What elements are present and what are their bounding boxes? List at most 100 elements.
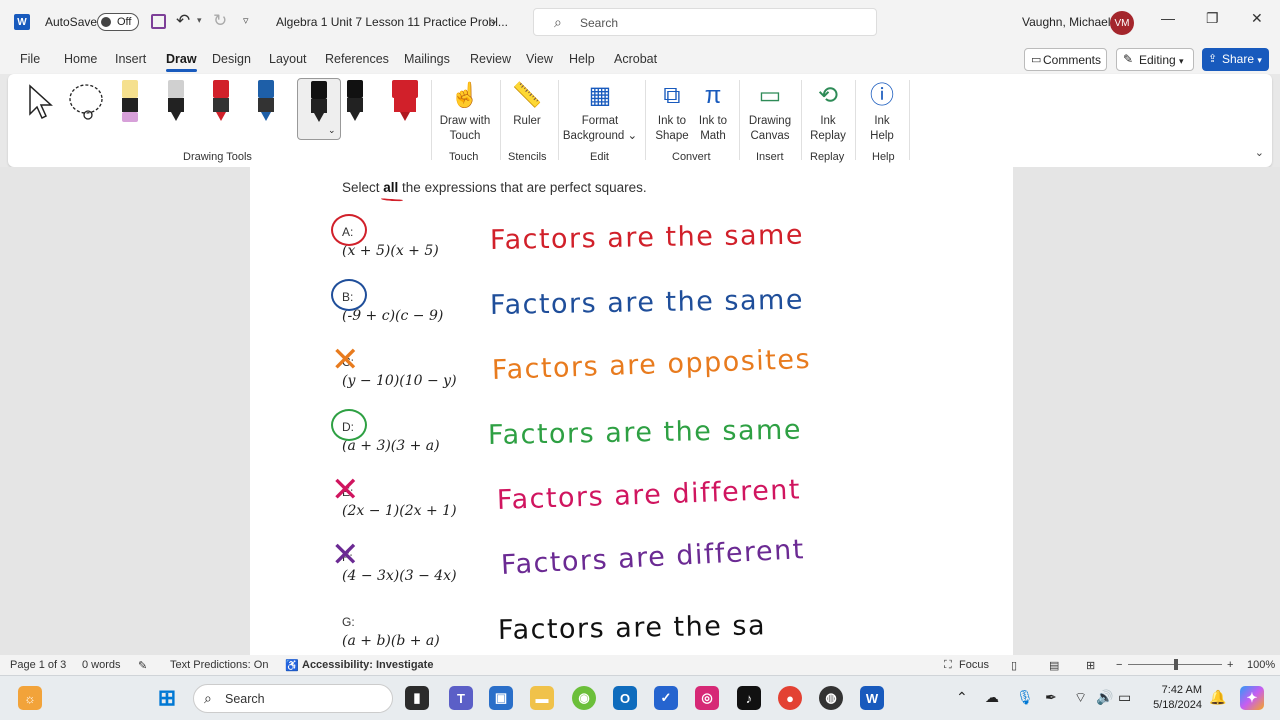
chrome-icon[interactable]: ●	[778, 686, 802, 710]
title-bar: W AutoSave Off ↶ ▾ ↻ ▿ Algebra 1 Unit 7 …	[0, 0, 1280, 44]
text-predictions[interactable]: Text Predictions: On	[170, 659, 268, 671]
format-background-button[interactable]: ▦ Format Background ⌄	[562, 78, 638, 144]
notifications-bell-icon[interactable]: 🔔	[1209, 689, 1226, 706]
drawing-canvas-button[interactable]: ▭ Drawing Canvas	[744, 78, 796, 144]
comments-button[interactable]: ▭ Comments	[1024, 48, 1107, 71]
option-letter: G:	[342, 615, 355, 629]
widgets-icon[interactable]: ☼	[18, 686, 42, 710]
pen-menu-icon[interactable]: ✒	[1045, 689, 1057, 706]
chevron-down-icon[interactable]: ⌄	[489, 14, 498, 27]
teams-icon[interactable]: T	[449, 686, 473, 710]
ruler-button[interactable]: 📏 Ruler	[506, 78, 548, 129]
tab-acrobat[interactable]: Acrobat	[614, 52, 657, 66]
tab-help[interactable]: Help	[569, 52, 595, 66]
print-layout-icon[interactable]: ▤	[1049, 659, 1059, 672]
pen-cap	[347, 80, 363, 98]
tab-home[interactable]: Home	[64, 52, 97, 66]
save-icon[interactable]	[151, 14, 166, 29]
zoom-out-icon[interactable]: −	[1116, 659, 1122, 671]
pen-body	[347, 98, 363, 112]
tab-layout[interactable]: Layout	[269, 52, 307, 66]
store-icon[interactable]: ▣	[489, 686, 513, 710]
file-explorer-icon[interactable]: ▬	[530, 686, 554, 710]
pen-blue[interactable]	[258, 80, 274, 121]
ribbon-tabs: File Home Insert Draw Design Layout Refe…	[0, 44, 1280, 74]
autosave-toggle[interactable]: Off	[97, 13, 139, 31]
zoom-level[interactable]: 100%	[1247, 659, 1275, 671]
task-view-icon[interactable]: ▮	[405, 686, 429, 710]
editing-mode-button[interactable]: ✎ Editing ▾	[1116, 48, 1194, 71]
option-expression: (-9 + c)(c − 9)	[342, 308, 444, 324]
ink-to-math-icon: π	[704, 82, 722, 109]
zoom-in-icon[interactable]: +	[1227, 659, 1233, 671]
tab-design[interactable]: Design	[212, 52, 251, 66]
microphone-icon[interactable]: 🎙	[1016, 689, 1034, 706]
ink-to-shape-button[interactable]: ⧉ Ink to Shape	[650, 78, 694, 144]
ink-x-mark: ✕	[331, 535, 360, 575]
highlighter-red-pen[interactable]	[392, 80, 418, 121]
comment-icon: ▭	[1031, 54, 1042, 66]
ink-to-shape-label-2: Shape	[655, 130, 689, 142]
restore-icon[interactable]: ❐	[1206, 10, 1219, 27]
ink-replay-button[interactable]: ⟲ Ink Replay	[806, 78, 850, 144]
app-green-icon[interactable]: ◉	[572, 686, 596, 710]
accessibility-status[interactable]: Accessibility: Investigate	[302, 659, 433, 671]
tab-references[interactable]: References	[325, 52, 389, 66]
battery-icon[interactable]: ▭	[1118, 689, 1131, 706]
windows-taskbar: ☼ ⊞ ⌕ Search ▮ T ▣ ▬ ◉ O ✓ ◎ ♪ ● ◍ W ⌃ ☁…	[0, 675, 1280, 720]
close-icon[interactable]: ✕	[1251, 10, 1263, 27]
tab-review[interactable]: Review	[470, 52, 511, 66]
pen-black-galaxy[interactable]	[347, 80, 363, 121]
avatar[interactable]: VM	[1110, 11, 1134, 35]
highlighter-yellow-pen[interactable]	[122, 80, 138, 122]
volume-icon[interactable]: 🔊	[1096, 689, 1113, 706]
zoom-slider-thumb[interactable]	[1174, 659, 1178, 670]
taskbar-search-placeholder: Search	[225, 692, 265, 706]
obs-icon[interactable]: ◍	[819, 686, 843, 710]
taskbar-search[interactable]: ⌕ Search	[193, 684, 393, 713]
pen-red[interactable]	[213, 80, 229, 121]
word-taskbar-icon[interactable]: W	[860, 686, 884, 710]
instruction-text-pre: Select	[342, 180, 384, 195]
focus-button[interactable]: Focus	[959, 659, 989, 671]
share-button[interactable]: ⇪ Share ▾	[1202, 48, 1269, 71]
tab-mailings[interactable]: Mailings	[404, 52, 450, 66]
undo-dropdown-icon[interactable]: ▾	[197, 15, 202, 26]
minimize-icon[interactable]: —	[1161, 10, 1175, 26]
redo-icon[interactable]: ↻	[213, 11, 227, 31]
word-count[interactable]: 0 words	[82, 659, 121, 671]
pencil-gray-pen[interactable]	[168, 80, 184, 121]
draw-with-touch-button[interactable]: ☝ Draw with Touch	[436, 78, 494, 144]
select-arrow-icon[interactable]	[26, 82, 56, 122]
wifi-icon[interactable]: ⌔	[1074, 689, 1087, 707]
read-mode-icon[interactable]: ▯	[1011, 659, 1017, 672]
outlook-icon[interactable]: O	[613, 686, 637, 710]
start-windows-icon[interactable]: ⊞	[155, 685, 179, 710]
document-title[interactable]: Algebra 1 Unit 7 Lesson 11 Practice Prob…	[276, 15, 508, 29]
search-input[interactable]: ⌕ Search	[533, 8, 877, 36]
cloud-icon[interactable]: ☁	[985, 689, 999, 706]
collapse-ribbon-icon[interactable]: ⌄	[1255, 146, 1264, 159]
tab-draw[interactable]: Draw	[166, 52, 197, 72]
copilot-icon[interactable]: ✦	[1240, 686, 1264, 710]
ink-help-button[interactable]: ⓘ Ink Help	[860, 78, 904, 144]
instagram-icon[interactable]: ◎	[695, 686, 719, 710]
tab-view[interactable]: View	[526, 52, 553, 66]
lasso-select-icon[interactable]	[66, 82, 110, 122]
page-count[interactable]: Page 1 of 3	[10, 659, 66, 671]
user-name[interactable]: Vaughn, Michael	[1022, 15, 1111, 29]
ink-to-math-button[interactable]: π Ink to Math	[694, 78, 732, 144]
web-layout-icon[interactable]: ⊞	[1086, 659, 1095, 672]
customize-toolbar-icon[interactable]: ▿	[243, 14, 249, 27]
clock[interactable]: 7:42 AM 5/18/2024	[1148, 683, 1202, 713]
tab-insert[interactable]: Insert	[115, 52, 146, 66]
proofing-icon[interactable]: ✎	[138, 659, 147, 672]
todo-icon[interactable]: ✓	[654, 686, 678, 710]
show-hidden-icons-icon[interactable]: ⌃	[956, 689, 968, 706]
pen-black-selected[interactable]: ⌄	[297, 78, 341, 140]
undo-icon[interactable]: ↶	[176, 11, 190, 31]
tiktok-icon[interactable]: ♪	[737, 686, 761, 710]
option-expression: (x + 5)(x + 5)	[342, 243, 439, 259]
group-label-convert: Convert	[672, 151, 711, 163]
tab-file[interactable]: File	[20, 52, 40, 66]
